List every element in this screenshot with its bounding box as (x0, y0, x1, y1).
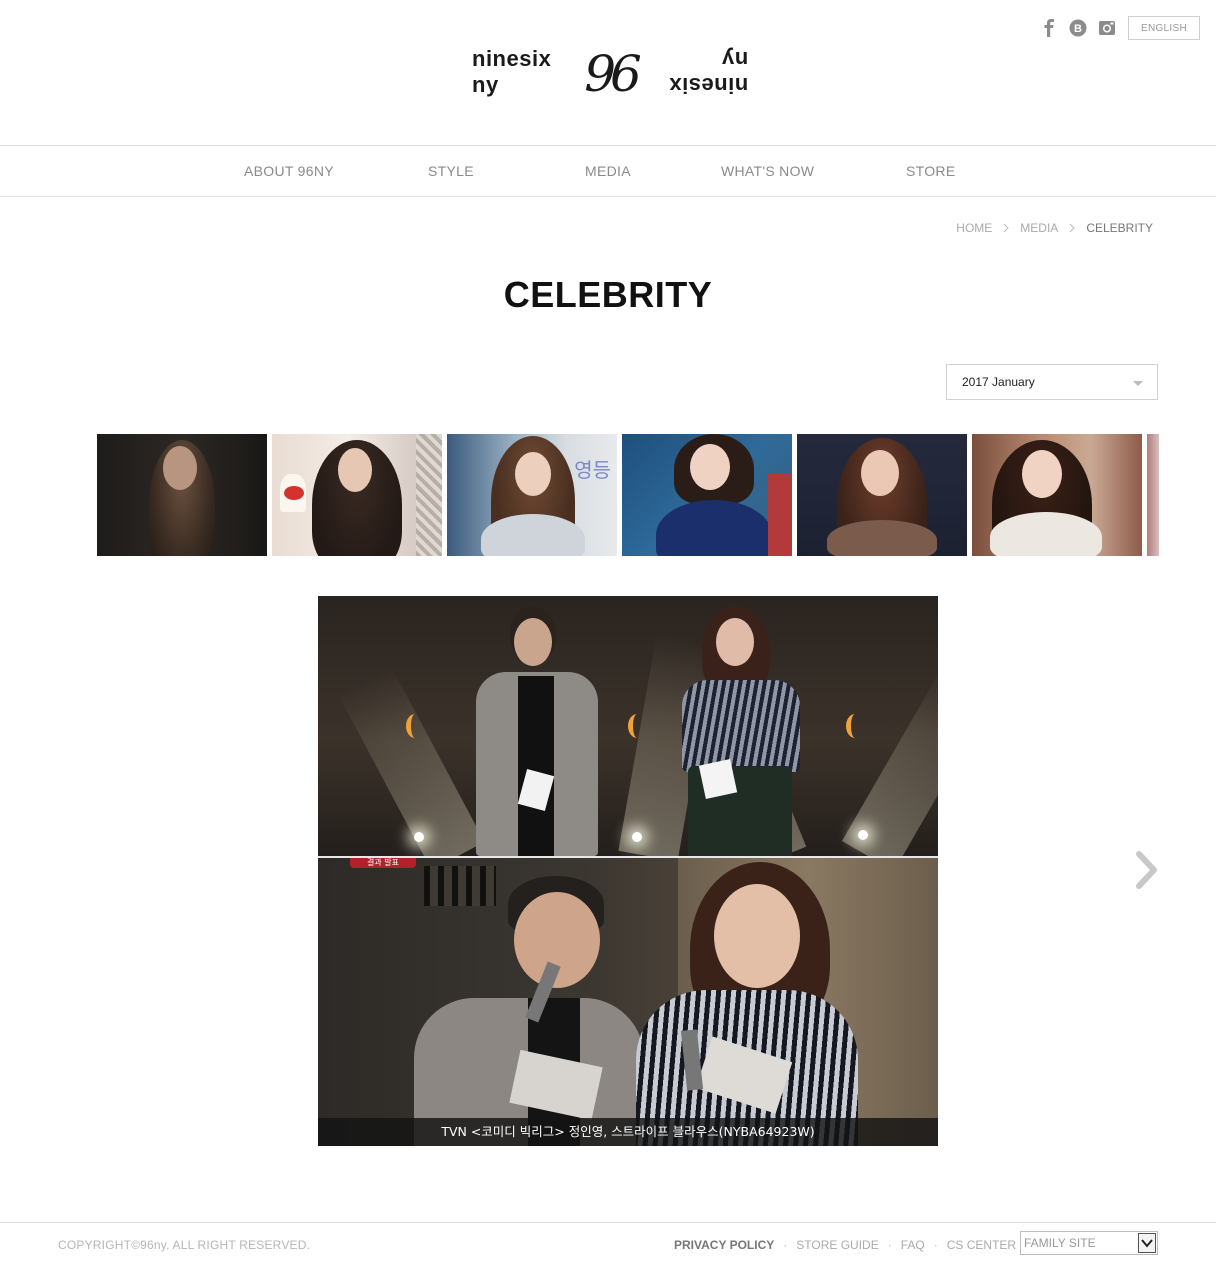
privacy-policy-link[interactable]: PRIVACY POLICY (674, 1238, 774, 1252)
separator-dot: · (933, 1238, 938, 1252)
site-header: B ENGLISH ninesix ny 96 ninesix ny (0, 0, 1216, 146)
nav-item-style[interactable]: STYLE (428, 146, 474, 196)
breadcrumb-media[interactable]: MEDIA (1020, 221, 1058, 235)
social-links: B ENGLISH (1039, 16, 1200, 40)
thumbnail-6[interactable] (972, 434, 1142, 556)
photo-panel-top (318, 596, 938, 856)
separator-dot: · (887, 1238, 892, 1252)
breadcrumb-celebrity: CELEBRITY (1086, 221, 1153, 235)
blog-icon[interactable]: B (1068, 18, 1088, 38)
next-arrow-icon[interactable] (1134, 850, 1160, 890)
english-language-button[interactable]: ENGLISH (1128, 16, 1200, 40)
logo-text-left: ninesix ny (472, 46, 552, 97)
cs-center-link[interactable]: CS CENTER (947, 1238, 1016, 1252)
thumbnail-7-partial[interactable] (1147, 434, 1159, 556)
nav-item-media[interactable]: MEDIA (585, 146, 631, 196)
nav-item-about[interactable]: ABOUT 96NY (244, 146, 334, 196)
faq-link[interactable]: FAQ (901, 1238, 925, 1252)
month-select-value: 2017 January (962, 375, 1035, 389)
main-photo: 결과 발표 TVN <코미디 빅리그> 정인영, 스트라이프 블라우스(NYBA… (318, 596, 938, 1146)
svg-text:B: B (1074, 23, 1082, 35)
thumbnail-strip: 영등 (97, 434, 1159, 556)
separator-dot: · (783, 1238, 788, 1252)
copyright-text: COPYRIGHT©96ny. ALL RIGHT RESERVED. (58, 1238, 311, 1252)
nav-item-whats-now[interactable]: WHAT'S NOW (721, 146, 814, 196)
thumbnail-1[interactable] (97, 434, 267, 556)
logo-number: 96 (584, 45, 642, 103)
thumbnail-4[interactable] (622, 434, 792, 556)
chevron-down-icon[interactable] (1138, 1233, 1156, 1253)
facebook-icon[interactable] (1039, 18, 1059, 38)
main-navigation: ABOUT 96NY STYLE MEDIA WHAT'S NOW STORE (0, 145, 1216, 197)
nav-item-store[interactable]: STORE (906, 146, 955, 196)
thumbnail-3[interactable]: 영등 (447, 434, 617, 556)
photo-caption: TVN <코미디 빅리그> 정인영, 스트라이프 블라우스(NYBA64923W… (318, 1118, 938, 1146)
family-site-select[interactable]: FAMILY SITE (1020, 1231, 1158, 1255)
month-select[interactable]: 2017 January (946, 364, 1158, 400)
site-footer: COPYRIGHT©96ny. ALL RIGHT RESERVED. PRIV… (0, 1222, 1216, 1264)
family-site-value: FAMILY SITE (1024, 1236, 1096, 1250)
thumbnail-2[interactable] (272, 434, 442, 556)
breadcrumb: HOME MEDIA CELEBRITY (956, 221, 1153, 235)
dropdown-arrow-icon (1133, 381, 1143, 386)
breadcrumb-home[interactable]: HOME (956, 221, 992, 235)
footer-links: PRIVACY POLICY · STORE GUIDE · FAQ · CS … (674, 1238, 1016, 1252)
instagram-icon[interactable] (1097, 18, 1117, 38)
chevron-right-icon (1003, 223, 1010, 233)
result-tag: 결과 발표 (350, 858, 416, 868)
thumbnail-5[interactable] (797, 434, 967, 556)
logo-text-right-flipped: ninesix ny (668, 47, 748, 98)
chevron-right-icon (1069, 223, 1076, 233)
photo-panel-bottom: 결과 발표 (318, 858, 938, 1146)
page-title: CELEBRITY (503, 274, 713, 315)
store-guide-link[interactable]: STORE GUIDE (796, 1238, 878, 1252)
site-logo[interactable]: ninesix ny 96 ninesix ny (472, 42, 748, 102)
